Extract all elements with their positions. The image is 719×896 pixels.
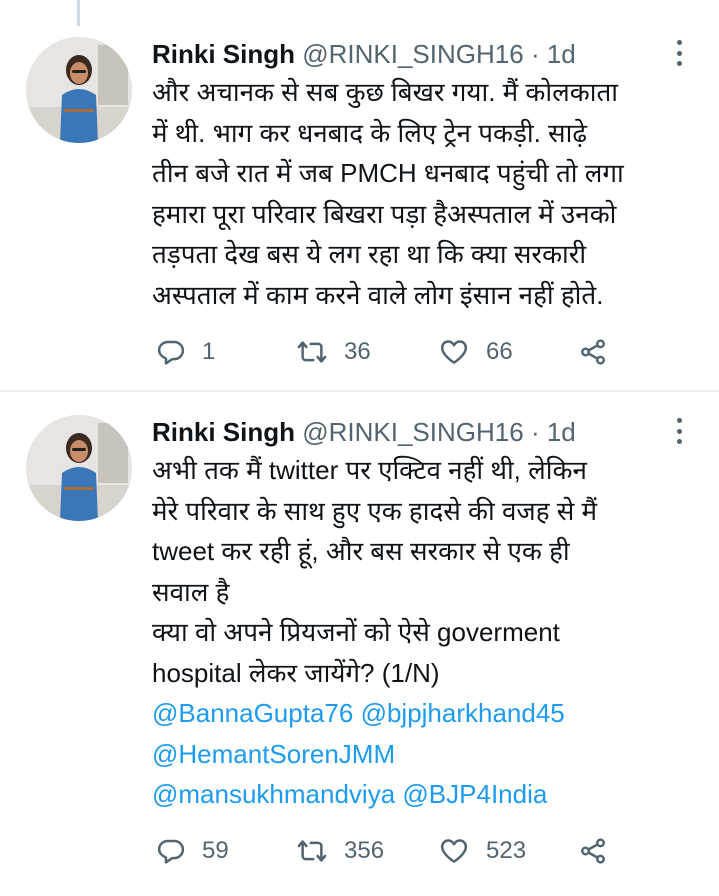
share-icon — [581, 838, 605, 864]
retweet-icon — [297, 341, 327, 363]
like-count: 523 — [486, 837, 527, 864]
tweet-actions: 59 356 523 — [152, 829, 632, 873]
share-icon — [581, 339, 605, 365]
more-vertical-icon[interactable] — [669, 38, 689, 68]
tweet-text-line: तीन बजे रात में जब PMCH धनबाद पहुंची तो … — [152, 158, 624, 188]
mention-link[interactable]: @BJP4India — [402, 779, 547, 809]
mention-link[interactable]: @mansukhmandviya — [152, 779, 395, 809]
avatar-photo — [26, 37, 132, 143]
tweet-time[interactable]: 1d — [547, 417, 576, 447]
heart-icon — [440, 340, 468, 364]
retweet-count: 356 — [344, 837, 385, 864]
author-handle[interactable]: @RINKI_SINGH16 — [302, 39, 523, 69]
retweet-icon — [297, 840, 327, 862]
tweet-text-line: सवाल है — [152, 576, 230, 607]
mention-line: @BannaGupta76 @bjpjharkhand45 — [152, 693, 692, 734]
tweet-text-line: में थी. भाग कर धनबाद के लिए ट्रेन पकड़ी.… — [152, 117, 587, 148]
avatar[interactable] — [26, 37, 132, 143]
reply-icon — [157, 839, 185, 864]
tweet-text-line: hospital लेकर जायेंगे? (1/N) — [152, 657, 440, 688]
mention-link[interactable]: @BannaGupta76 — [152, 698, 353, 728]
author-name[interactable]: Rinki Singh — [152, 39, 295, 69]
retweet-button[interactable]: 36 — [296, 330, 371, 374]
reply-icon — [157, 340, 185, 365]
tweet-text-line: मेरे परिवार के साथ हुए एक हादसे की वजह स… — [152, 495, 598, 526]
tweet-text-line: तड़पता देख बस ये लग रहा था कि क्या सरकार… — [152, 239, 587, 269]
tweet-text-line: हमारा पूरा परिवार बिखरा पड़ा हैअस्पताल म… — [152, 198, 617, 229]
tweet-text-line: अस्पताल में काम करने वाले लोग इंसान नहीं… — [152, 279, 604, 310]
mention-link[interactable]: @bjpjharkhand45 — [361, 698, 565, 728]
tweet-time[interactable]: 1d — [547, 39, 576, 69]
author-handle[interactable]: @RINKI_SINGH16 — [302, 417, 523, 447]
author-name[interactable]: Rinki Singh — [152, 417, 295, 447]
more-vertical-icon[interactable] — [669, 416, 689, 446]
like-button[interactable]: 523 — [438, 829, 526, 873]
separator-dot: · — [530, 39, 540, 69]
tweet-text-line: क्या वो अपने प्रियजनों को ऐसे goverment — [152, 617, 560, 647]
mention-line: @mansukhmandviya @BJP4India — [152, 774, 692, 815]
avatar-photo — [26, 415, 132, 521]
tweet-header: Rinki Singh @RINKI_SINGH16 · 1d — [152, 36, 576, 72]
reply-button[interactable]: 1 — [156, 330, 215, 374]
tweet-header: Rinki Singh @RINKI_SINGH16 · 1d — [152, 414, 576, 450]
like-count: 66 — [486, 338, 513, 365]
mention-line: @HemantSorenJMM — [152, 734, 692, 775]
tweet-text-line: और अचानक से सब कुछ बिखर गया. मैं कोलकाता — [152, 77, 619, 107]
share-button[interactable] — [578, 330, 608, 374]
tweet-text: अभी तक मैं twitter पर एक्टिव नहीं थी, ले… — [152, 450, 692, 815]
reply-count: 1 — [202, 338, 216, 365]
tweet[interactable]: Rinki Singh @RINKI_SINGH16 · 1d अभी तक म… — [0, 392, 719, 896]
avatar[interactable] — [26, 415, 132, 521]
tweet-actions: 1 36 66 — [152, 330, 632, 374]
tweet-text-line: अभी तक मैं twitter पर एक्टिव नहीं थी, ले… — [152, 455, 587, 485]
tweet[interactable]: Rinki Singh @RINKI_SINGH16 · 1d और अचानक… — [0, 0, 719, 390]
share-button[interactable] — [578, 829, 608, 873]
reply-button[interactable]: 59 — [156, 829, 229, 873]
mention-link[interactable]: @HemantSorenJMM — [152, 739, 395, 769]
retweet-button[interactable]: 356 — [296, 829, 384, 873]
like-button[interactable]: 66 — [438, 330, 513, 374]
separator-dot: · — [530, 417, 540, 447]
tweet-text-line: tweet कर रही हूं, और बस सरकार से एक ही — [152, 536, 570, 566]
tweet-text: और अचानक से सब कुछ बिखर गया. मैं कोलकाता… — [152, 72, 692, 315]
retweet-count: 36 — [344, 338, 371, 365]
reply-count: 59 — [202, 837, 229, 864]
heart-icon — [440, 839, 468, 863]
